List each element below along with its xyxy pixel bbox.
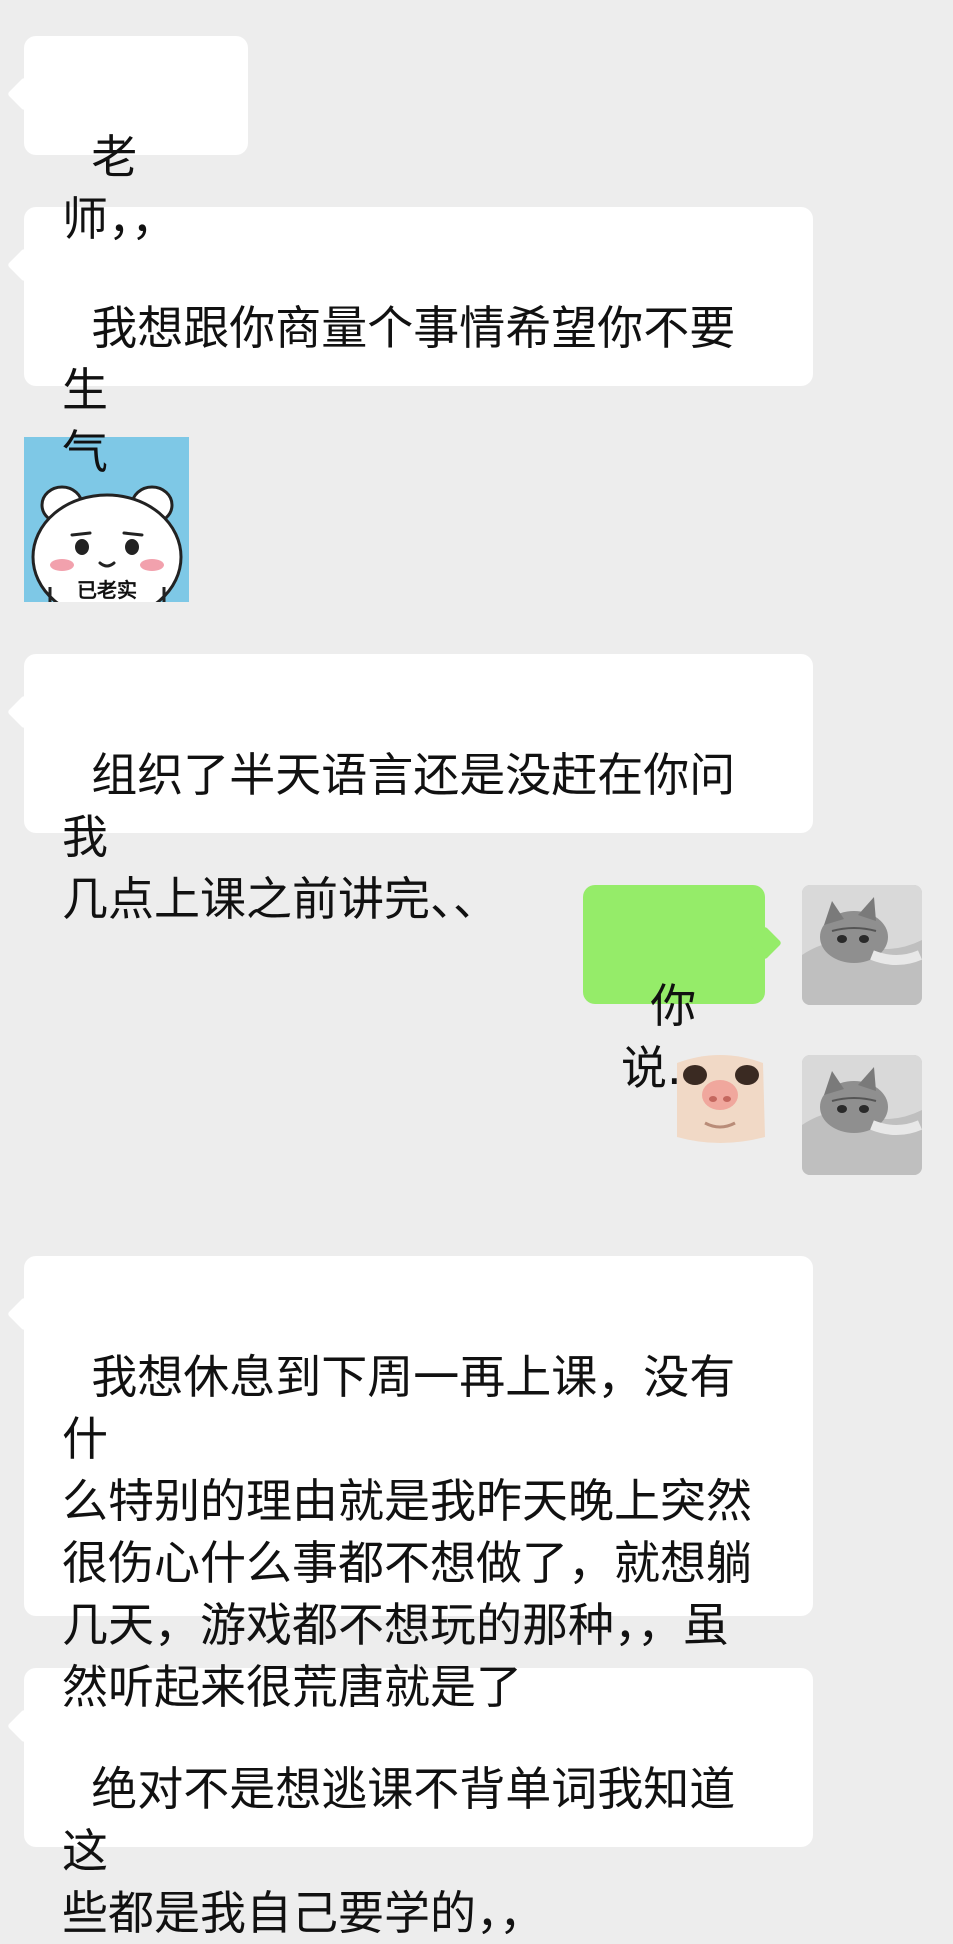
- user-avatar[interactable]: [802, 885, 922, 1005]
- sticker-cat-face-image[interactable]: [673, 1053, 767, 1147]
- message-text: 绝对不是想逃课不背单词我知道这 些都是我自己要学的，，: [62, 1762, 736, 1940]
- message-text: 老师，，: [62, 130, 177, 246]
- message-bubble-incoming[interactable]: 老师，，: [24, 36, 248, 246]
- message-text: 我想休息到下周一再上课，没有什 么特别的理由就是我昨天晚上突然 很伤心什么事都不…: [62, 1350, 752, 1714]
- message-bubble-incoming[interactable]: 组织了半天语言还是没赶在你问我 几点上课之前讲完、、: [24, 654, 813, 926]
- cat-face-sticker-icon: [673, 1053, 767, 1147]
- message-bubble-incoming[interactable]: 我想休息到下周一再上课，没有什 么特别的理由就是我昨天晚上突然 很伤心什么事都不…: [24, 1256, 813, 1714]
- cat-avatar-icon: [802, 1055, 922, 1175]
- sticker-caption: 已老实: [77, 578, 137, 602]
- cat-avatar-icon: [802, 885, 922, 1005]
- user-avatar[interactable]: [802, 1055, 922, 1175]
- message-bubble-outgoing[interactable]: 你说.: [583, 885, 765, 1095]
